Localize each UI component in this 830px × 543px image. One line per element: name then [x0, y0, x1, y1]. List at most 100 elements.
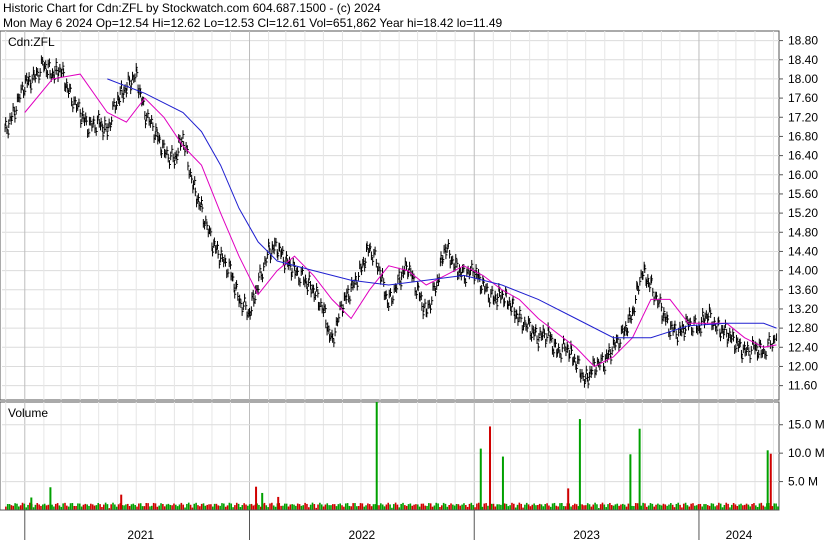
- volume-bar: [368, 504, 371, 510]
- volume-bar: [437, 503, 439, 510]
- volume-bar: [149, 506, 151, 510]
- volume-bar: [365, 505, 367, 510]
- volume-bar: [610, 505, 613, 510]
- volume-bar: [572, 505, 574, 510]
- volume-bar: [145, 503, 148, 510]
- volume-bar: [147, 503, 149, 510]
- volume-bar: [248, 504, 251, 510]
- volume-bar: [42, 504, 44, 510]
- volume-bar: [322, 506, 325, 510]
- volume-bar: [53, 506, 55, 510]
- volume-bar: [564, 506, 567, 510]
- volume-bar: [679, 504, 681, 510]
- volume-bar: [535, 505, 537, 510]
- volume-bar: [162, 503, 164, 510]
- volume-bar: [555, 505, 558, 510]
- volume-bar: [195, 502, 197, 510]
- volume-bar: [440, 505, 443, 510]
- volume-bar: [359, 503, 362, 510]
- volume-bar: [77, 503, 79, 510]
- volume-bar: [16, 503, 18, 510]
- volume-bar: [657, 503, 659, 510]
- volume-bar: [67, 506, 70, 510]
- price-tick-label: 11.60: [788, 379, 817, 393]
- volume-bar: [758, 503, 761, 510]
- volume-bar: [585, 505, 587, 510]
- volume-bar: [71, 503, 74, 510]
- volume-bar: [125, 504, 127, 510]
- volume-bar: [719, 503, 722, 510]
- volume-bar: [420, 503, 423, 510]
- volume-bar: [215, 503, 218, 510]
- volume-spike-bar: [49, 487, 52, 510]
- volume-bar: [407, 504, 410, 510]
- volume-bar: [313, 504, 316, 510]
- volume-bar: [616, 503, 619, 510]
- x-axis: 2021 2022 2023 2024: [0, 509, 779, 542]
- volume-bar: [324, 504, 327, 510]
- volume-panel-frame: [0, 401, 780, 511]
- volume-bar: [130, 504, 133, 510]
- volume-bar: [180, 502, 183, 510]
- volume-bar: [516, 504, 519, 510]
- volume-bar: [603, 504, 606, 510]
- volume-bar: [428, 503, 430, 510]
- volume-bar: [306, 503, 308, 510]
- volume-bar: [533, 503, 535, 510]
- price-y-axis: 18.80 18.40 18.00 17.60 17.20 16.80 16.40 16.00…: [779, 34, 818, 393]
- volume-bar: [631, 505, 633, 510]
- volume-bar: [295, 505, 297, 510]
- volume-bar: [352, 503, 354, 510]
- volume-bar: [328, 505, 330, 510]
- volume-bar: [272, 505, 275, 510]
- volume-bar: [496, 504, 498, 510]
- volume-bar: [740, 503, 742, 510]
- volume-bar: [341, 505, 343, 510]
- volume-bar: [80, 506, 83, 510]
- volume-bar: [126, 503, 129, 510]
- volume-spike-bar: [769, 453, 772, 510]
- volume-bar: [614, 504, 617, 510]
- volume-bar: [658, 504, 661, 510]
- volume-bar: [736, 506, 739, 510]
- volume-bar: [36, 503, 39, 510]
- volume-bar: [668, 504, 670, 510]
- volume-bar: [204, 505, 207, 510]
- volume-bar: [660, 505, 663, 510]
- volume-bar: [714, 506, 716, 510]
- volume-bar: [525, 502, 528, 510]
- volume-bar: [537, 505, 539, 510]
- volume-bar: [749, 506, 752, 510]
- volume-bar: [241, 505, 244, 510]
- volume-bar: [699, 503, 702, 510]
- volume-bar: [553, 502, 556, 510]
- volume-bar: [247, 505, 249, 510]
- volume-bar: [165, 504, 168, 510]
- volume-bar: [367, 503, 369, 510]
- volume-bar: [99, 504, 101, 510]
- volume-bar: [706, 505, 709, 510]
- volume-bar: [642, 502, 644, 510]
- volume-bar: [300, 505, 303, 510]
- volume-bar: [701, 506, 704, 510]
- volume-bar: [538, 503, 541, 510]
- volume-bar: [169, 504, 172, 510]
- volume-spike-bar: [567, 488, 570, 510]
- volume-bar: [210, 504, 212, 510]
- volume-bar: [326, 503, 329, 510]
- volume-bar: [710, 503, 713, 510]
- volume-bar: [509, 505, 511, 510]
- volume-bar: [175, 504, 177, 510]
- volume-bar: [110, 504, 112, 510]
- volume-bar: [298, 504, 301, 510]
- volume-bar: [442, 502, 445, 510]
- volume-bar: [380, 503, 382, 510]
- volume-bar: [400, 503, 402, 510]
- volume-bar: [189, 504, 192, 510]
- volume-bar: [47, 504, 50, 510]
- price-tick-label: 14.00: [788, 264, 818, 278]
- volume-bar: [237, 503, 240, 510]
- volume-bar: [176, 506, 179, 510]
- volume-bar: [45, 505, 48, 510]
- volume-bar: [644, 503, 646, 510]
